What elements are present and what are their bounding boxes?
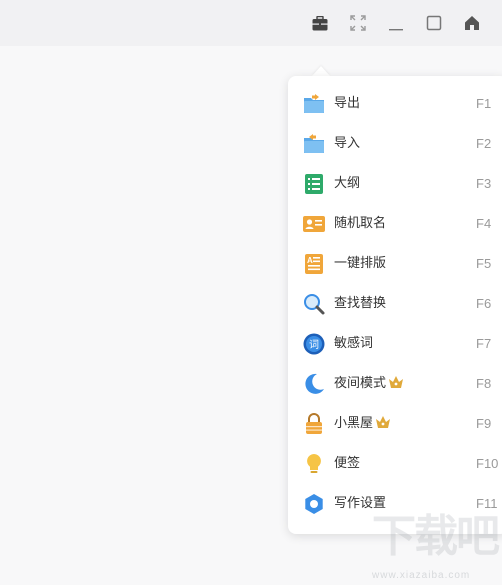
toolbox-icon[interactable] <box>308 11 332 35</box>
menu-item-import[interactable]: 导入 F2 <box>288 124 502 164</box>
menu-item-sticky-note[interactable]: 便签 F10 <box>288 444 502 484</box>
search-icon <box>304 294 325 315</box>
menu-item-label: 导出 <box>334 96 361 111</box>
shortcut-key: F4 <box>476 216 492 231</box>
menu-item-label: 一键排版 <box>334 256 387 271</box>
vip-crown-icon <box>389 376 404 388</box>
svg-text:A: A <box>307 256 313 265</box>
title-bar <box>0 0 502 46</box>
shortcut-key: F7 <box>476 336 492 351</box>
menu-item-auto-layout[interactable]: A 一键排版 F5 <box>288 244 502 284</box>
menu-item-night-mode[interactable]: 夜间模式 F8 <box>288 364 502 404</box>
menu-pointer <box>312 66 330 76</box>
svg-text:词: 词 <box>309 339 319 351</box>
moon-icon <box>305 373 324 394</box>
menu-item-label: 大纲 <box>334 176 361 191</box>
menu-item-find-replace[interactable]: 查找替换 F6 <box>288 284 502 324</box>
shortcut-key: F1 <box>476 96 492 111</box>
shortcut-key: F8 <box>476 376 492 391</box>
shortcut-key: F9 <box>476 416 492 431</box>
lock-icon <box>306 413 322 434</box>
menu-item-outline[interactable]: 大纲 F3 <box>288 164 502 204</box>
shortcut-key: F10 <box>476 456 499 471</box>
outline-icon <box>305 174 323 194</box>
menu-item-label: 小黑屋 <box>334 414 391 434</box>
layout-icon: A <box>305 254 323 274</box>
menu-item-label: 敏感词 <box>334 336 374 351</box>
watermark-url: www.xiazaiba.com <box>372 570 471 581</box>
menu-item-label: 查找替换 <box>334 296 387 311</box>
menu-item-label: 便签 <box>334 456 361 471</box>
home-icon[interactable] <box>460 11 484 35</box>
import-folder-icon <box>304 134 324 153</box>
menu-item-export[interactable]: 导出 F1 <box>288 84 502 124</box>
lightbulb-icon <box>307 454 321 473</box>
sensitive-word-icon: 词 <box>303 333 325 355</box>
toolbox-dropdown-menu: 导出 F1 导入 F2 大纲 F3 随机取名 F4 A 一键排版 F5 查找替换… <box>288 76 502 534</box>
shortcut-key: F5 <box>476 256 492 271</box>
minimize-icon[interactable] <box>384 11 408 35</box>
fullscreen-icon[interactable] <box>346 11 370 35</box>
vip-crown-icon <box>376 416 391 428</box>
watermark-logo: 下载吧 <box>372 511 500 562</box>
export-folder-icon <box>304 94 324 113</box>
shortcut-key: F2 <box>476 136 492 151</box>
shortcut-key: F3 <box>476 176 492 191</box>
menu-item-label: 导入 <box>334 136 361 151</box>
menu-item-label: 夜间模式 <box>334 374 404 394</box>
menu-item-random-name[interactable]: 随机取名 F4 <box>288 204 502 244</box>
settings-icon <box>305 494 323 514</box>
menu-item-focus-room[interactable]: 小黑屋 F9 <box>288 404 502 444</box>
menu-item-label: 随机取名 <box>334 216 387 231</box>
menu-item-sensitive-words[interactable]: 词 敏感词 F7 <box>288 324 502 364</box>
name-card-icon <box>303 216 325 232</box>
maximize-icon[interactable] <box>422 11 446 35</box>
shortcut-key: F6 <box>476 296 492 311</box>
